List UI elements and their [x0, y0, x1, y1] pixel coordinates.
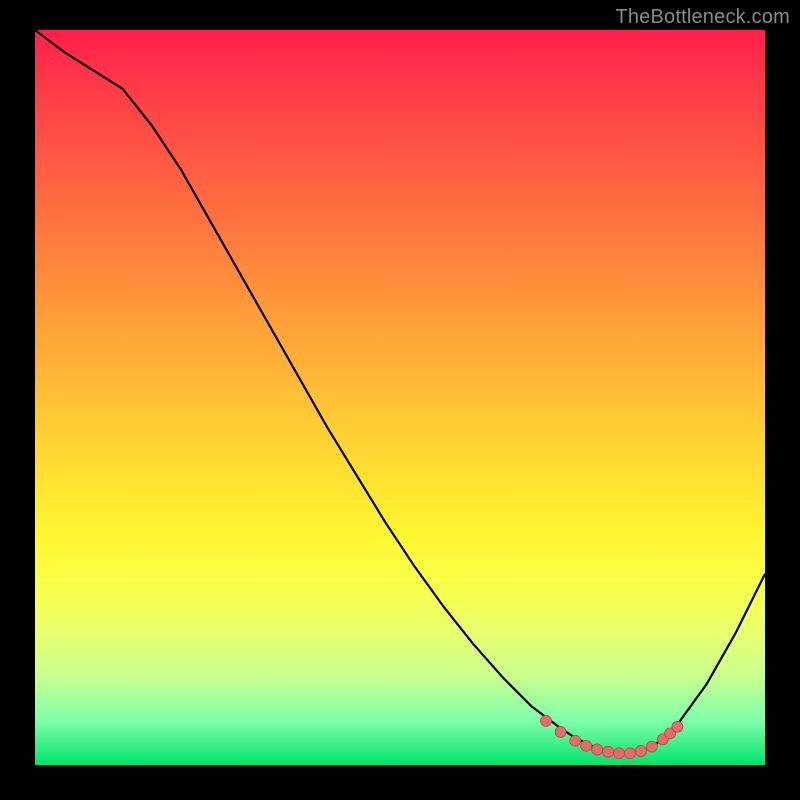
plot-area: [35, 30, 765, 765]
watermark-text: TheBottleneck.com: [615, 6, 790, 29]
optimal-point-marker: [570, 735, 581, 746]
bottleneck-curve: [35, 30, 765, 753]
optimal-point-marker: [646, 741, 657, 752]
optimal-point-marker: [614, 748, 625, 759]
optimal-point-marker: [541, 715, 552, 726]
optimal-point-marker: [672, 721, 683, 732]
optimal-range-markers: [541, 715, 683, 758]
optimal-point-marker: [581, 740, 592, 751]
curve-svg: [35, 30, 765, 765]
optimal-point-marker: [603, 746, 614, 757]
optimal-point-marker: [592, 744, 603, 755]
optimal-point-marker: [624, 748, 635, 759]
chart-stage: TheBottleneck.com: [0, 0, 800, 800]
optimal-point-marker: [635, 746, 646, 757]
optimal-point-marker: [555, 726, 566, 737]
